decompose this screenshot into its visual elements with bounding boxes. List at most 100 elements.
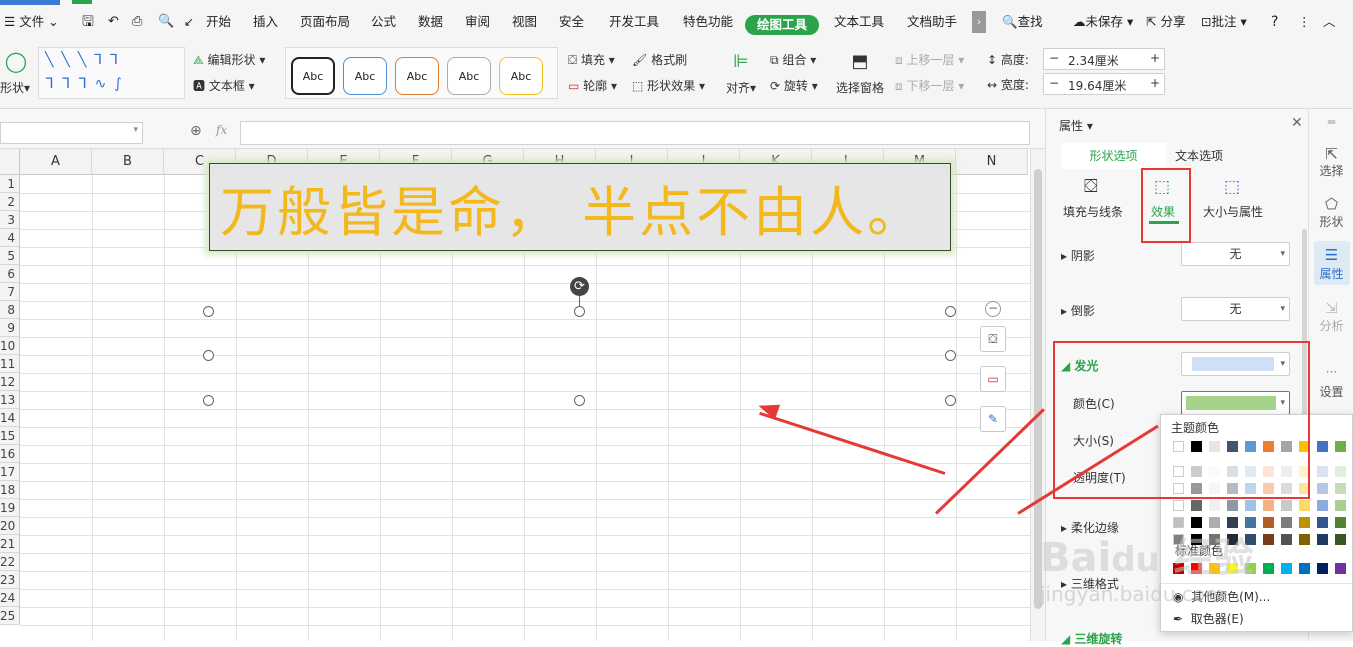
style-gallery[interactable]: Abc Abc Abc Abc Abc xyxy=(285,47,558,99)
reflection-dropdown[interactable]: 无 ▾ xyxy=(1181,297,1290,321)
color-swatch[interactable] xyxy=(1263,534,1274,545)
standard-color-swatch[interactable] xyxy=(1299,563,1310,574)
text-box-button[interactable]: 🅰 文本框 ▾ xyxy=(193,78,255,94)
send-backward-button[interactable]: ⧈ 下移一层 ▾ xyxy=(895,78,964,94)
more-dots-icon[interactable]: ··· xyxy=(1309,365,1353,379)
row-header[interactable]: 16 xyxy=(0,445,20,463)
column-header[interactable]: N xyxy=(956,149,1028,175)
tab-shape-options[interactable]: 形状选项 xyxy=(1061,143,1166,169)
style-orange[interactable]: Abc xyxy=(395,57,439,95)
resize-handle-bl[interactable] xyxy=(203,395,214,406)
subtab-fill-line[interactable]: 填充与线条 xyxy=(1063,203,1123,220)
redo-icon[interactable]: ↙ xyxy=(184,11,194,33)
format-painter-button[interactable]: 🖌 格式刷 xyxy=(632,52,687,68)
rotate-handle-icon[interactable]: ⟳ xyxy=(570,277,589,296)
print-icon[interactable]: ⎙ xyxy=(132,11,142,33)
unsaved-button[interactable]: ☁未保存 ▾ xyxy=(1073,11,1133,33)
resize-handle-br[interactable] xyxy=(945,395,956,406)
color-swatch[interactable] xyxy=(1191,500,1202,511)
name-box[interactable]: ▾ xyxy=(0,122,143,144)
row-header[interactable]: 5 xyxy=(0,247,20,265)
file-menu[interactable]: ☰ 文件 ⌄ xyxy=(4,11,59,33)
resize-handle-tl[interactable] xyxy=(203,306,214,317)
row-header[interactable]: 7 xyxy=(0,283,20,301)
style-gray[interactable]: Abc xyxy=(447,57,491,95)
color-swatch[interactable] xyxy=(1317,534,1328,545)
reflection-row[interactable]: ▸ 倒影 xyxy=(1061,302,1095,319)
group-button[interactable]: ⧉ 组合 ▾ xyxy=(770,52,816,68)
menu-features[interactable]: 特色功能 xyxy=(683,11,733,33)
row-header[interactable]: 3 xyxy=(0,211,20,229)
row-header[interactable]: 21 xyxy=(0,535,20,553)
menu-data[interactable]: 数据 xyxy=(418,11,443,33)
color-swatch[interactable] xyxy=(1281,500,1292,511)
outline-button[interactable]: ▭ 轮廓 ▾ xyxy=(568,78,617,94)
row-header[interactable]: 24 xyxy=(0,589,20,607)
eyedropper-item[interactable]: ✒ 取色器(E) xyxy=(1173,610,1244,627)
color-swatch[interactable] xyxy=(1227,500,1238,511)
column-header[interactable]: B xyxy=(92,149,164,175)
row-header[interactable]: 10 xyxy=(0,337,20,355)
rightbar-shape[interactable]: 形状 xyxy=(1309,213,1353,230)
style-blue[interactable]: Abc xyxy=(343,57,387,95)
color-swatch[interactable] xyxy=(1263,517,1274,528)
tab-text-options[interactable]: 文本选项 xyxy=(1174,143,1224,169)
row-header[interactable]: 17 xyxy=(0,463,20,481)
style-black[interactable]: Abc xyxy=(291,57,335,95)
row-header[interactable]: 25 xyxy=(0,607,20,625)
line-shapes-row2[interactable]: ᒣᒣᒣ∿∫ xyxy=(45,76,130,92)
standard-color-swatch[interactable] xyxy=(1281,563,1292,574)
row-header[interactable]: 20 xyxy=(0,517,20,535)
resize-handle-tm[interactable] xyxy=(574,306,585,317)
row-header[interactable]: 22 xyxy=(0,553,20,571)
standard-color-swatch[interactable] xyxy=(1263,563,1274,574)
width-field[interactable]: − 19.64厘米 + xyxy=(1043,73,1165,95)
shape-effect-button[interactable]: ⬚ 形状效果 ▾ xyxy=(632,78,705,94)
color-swatch[interactable] xyxy=(1335,534,1346,545)
menu-developer[interactable]: 开发工具 xyxy=(609,11,659,33)
menu-view[interactable]: 视图 xyxy=(512,11,537,33)
undo-icon[interactable]: ↶ xyxy=(108,11,119,33)
color-swatch[interactable] xyxy=(1317,441,1328,452)
row-header[interactable]: 13 xyxy=(0,391,20,409)
search-button[interactable]: 🔍查找 xyxy=(1002,11,1043,33)
menu-more-button[interactable]: › xyxy=(972,11,986,33)
3d-rotate-row[interactable]: ◢ 三维旋转 xyxy=(1061,630,1122,647)
row-header[interactable]: 1 xyxy=(0,175,20,193)
line-shapes-row1[interactable]: ╲╲╲⅂⅂ xyxy=(45,52,126,68)
row-header[interactable]: 12 xyxy=(0,373,20,391)
row-header[interactable]: 8 xyxy=(0,301,20,319)
annotate-button[interactable]: ⊡批注 ▾ xyxy=(1201,11,1247,33)
bring-forward-button[interactable]: ⧈ 上移一层 ▾ xyxy=(895,52,964,68)
select-pane-button[interactable]: 选择窗格 xyxy=(836,80,884,96)
standard-color-swatch[interactable] xyxy=(1335,563,1346,574)
panel-title[interactable]: 属性 ▾ xyxy=(1059,117,1093,134)
resize-handle-bm[interactable] xyxy=(574,395,585,406)
rightbar-select[interactable]: 选择 xyxy=(1309,162,1353,179)
rotate-button[interactable]: ⟳ 旋转 ▾ xyxy=(770,78,818,94)
width-plus-button[interactable]: + xyxy=(1150,76,1160,90)
color-swatch[interactable] xyxy=(1317,466,1328,477)
color-swatch[interactable] xyxy=(1299,534,1310,545)
color-swatch[interactable] xyxy=(1317,517,1328,528)
rightbar-analyze[interactable]: 分析 xyxy=(1309,317,1353,334)
column-header[interactable]: A xyxy=(20,149,92,175)
menu-security[interactable]: 安全 xyxy=(559,11,584,33)
shape-gallery[interactable]: ╲╲╲⅂⅂ ᒣᒣᒣ∿∫ xyxy=(38,47,185,99)
zoom-icon[interactable]: ⊕ xyxy=(190,123,202,139)
menu-doc-assistant[interactable]: 文档助手 xyxy=(907,11,957,33)
color-swatch[interactable] xyxy=(1335,517,1346,528)
menu-drawing-tools[interactable]: 绘图工具 xyxy=(745,15,820,35)
color-swatch[interactable] xyxy=(1299,500,1310,511)
color-swatch[interactable] xyxy=(1317,483,1328,494)
more-menu-icon[interactable]: ⋮ xyxy=(1298,11,1311,33)
row-header[interactable]: 15 xyxy=(0,427,20,445)
shape-icon[interactable]: ◯ xyxy=(2,49,30,73)
rightbar-collapse-icon[interactable]: ═ xyxy=(1309,115,1353,129)
fx-label[interactable]: fx xyxy=(216,123,227,137)
height-value[interactable]: 2.34厘米 xyxy=(1068,52,1119,69)
shape-button[interactable]: 形状▾ xyxy=(0,80,30,96)
row-header[interactable]: 6 xyxy=(0,265,20,283)
color-swatch[interactable] xyxy=(1335,483,1346,494)
color-swatch[interactable] xyxy=(1245,500,1256,511)
